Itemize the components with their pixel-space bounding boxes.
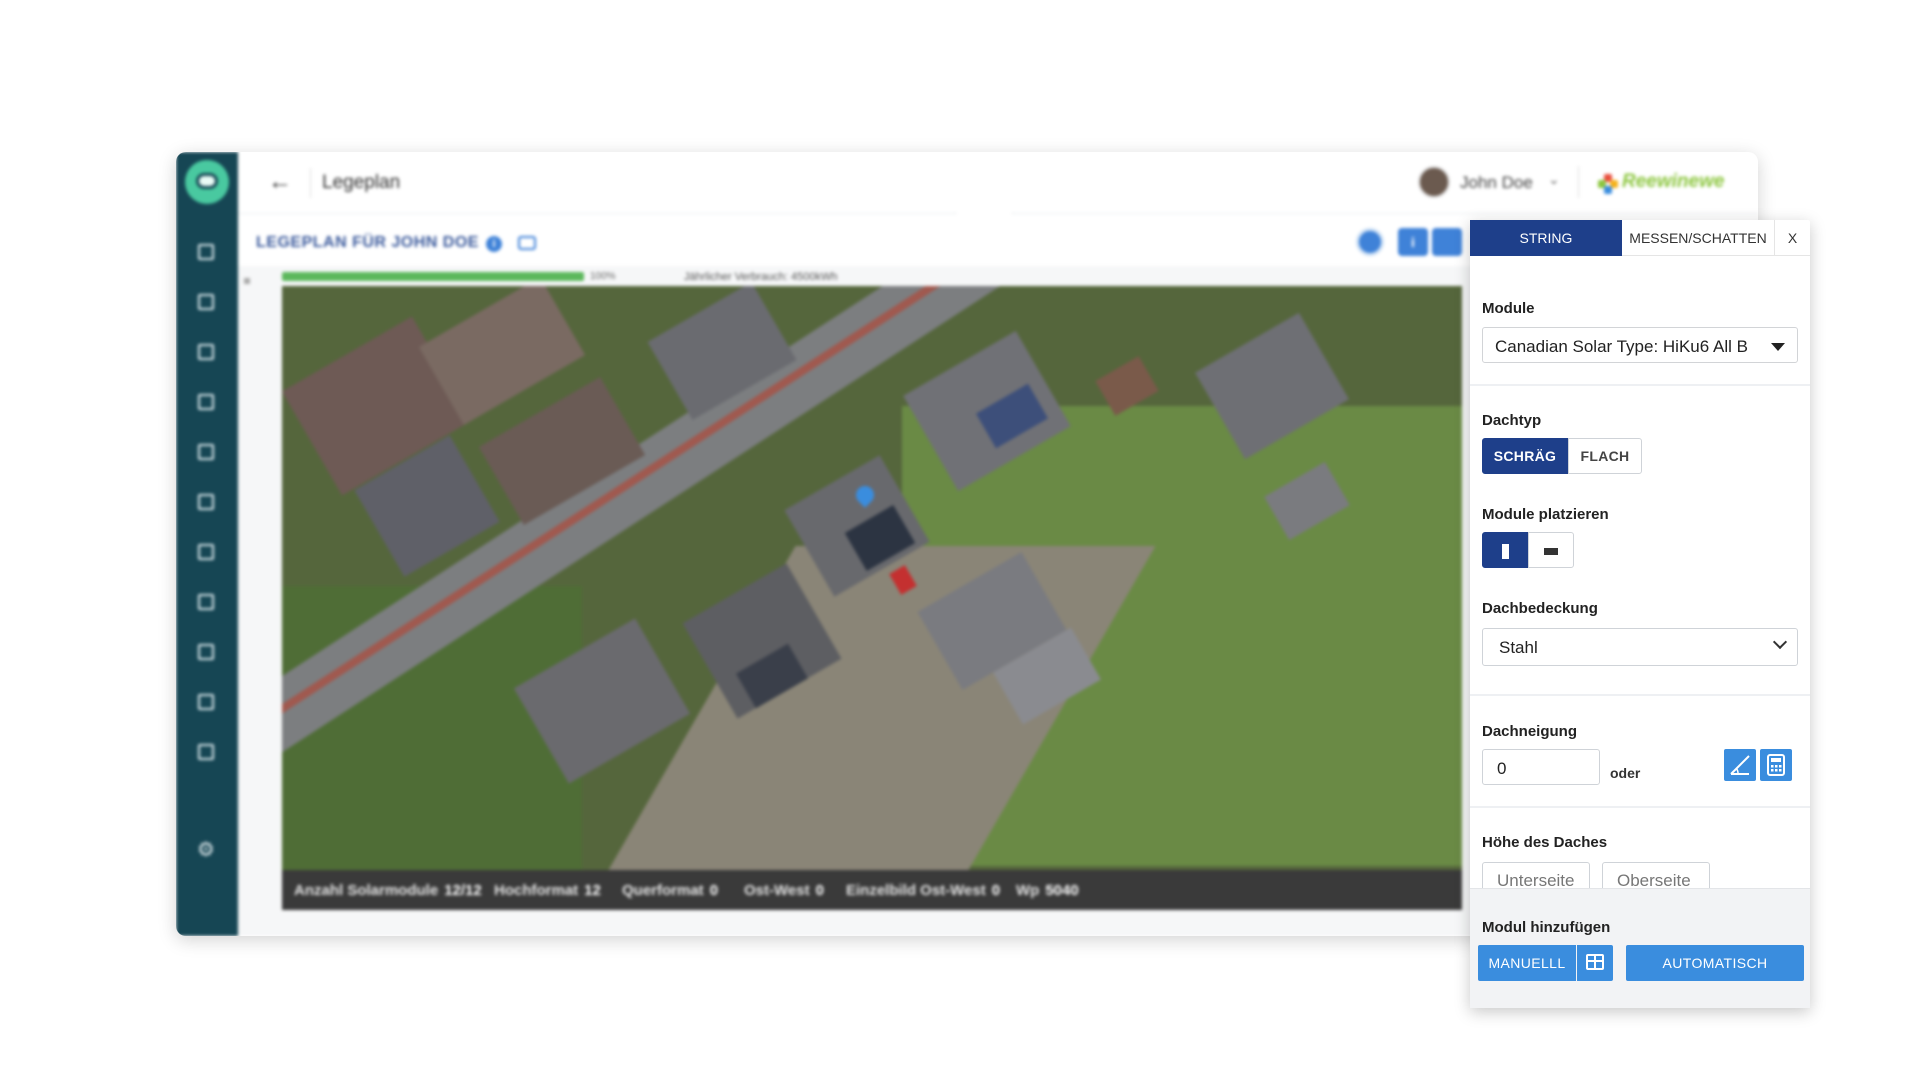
breadcrumb-divider [310,168,311,198]
tool-square-button[interactable] [1432,228,1462,256]
landscape-orientation-button[interactable] [1528,532,1574,568]
roof-inclination-label: Dachneigung [1482,723,1578,740]
bar-chart-icon[interactable] [196,542,216,562]
add-module-footer: Modul hinzufügen MANUELLL AUTOMATISCH [1470,888,1810,1008]
progress-percent: 100% [590,271,616,282]
clipboard-icon[interactable] [196,442,216,462]
roof-height-label: Höhe des Daches [1482,834,1608,851]
panel-tabs: STRING MESSEN/SCHATTEN X [1470,220,1810,256]
plan-title: LEGEPLAN FÜR JOHN DOE [256,234,479,251]
module-select-value: Canadian Solar Type: HiKu6 All B [1495,337,1748,356]
manual-add-button[interactable]: MANUELLL [1478,945,1576,981]
stat-east-west: Ost-West 0 [744,882,824,899]
dashboard-icon[interactable] [196,242,216,262]
app-logo[interactable] [185,160,229,204]
place-modules-label: Module platzieren [1482,506,1609,523]
top-bar: ← Legeplan John Doe ⌄ Reewinewe [238,152,1758,214]
roof-covering-label: Dachbedeckung [1482,600,1598,617]
tab-measure-shadow[interactable]: MESSEN/SCHATTEN [1622,220,1774,256]
divider [1470,384,1810,386]
presentation-icon[interactable] [196,642,216,662]
chevron-down-icon[interactable]: ⌄ [1548,171,1560,188]
close-panel-button[interactable]: X [1774,220,1810,256]
divider [1470,694,1810,696]
calendar-user-icon[interactable] [196,392,216,412]
stat-wp: Wp 5040 [1016,882,1079,899]
roof-type-flat-button[interactable]: FLACH [1568,438,1642,474]
add-module-label: Modul hinzufügen [1482,919,1611,936]
brand-name: Reewinewe [1622,171,1725,192]
stat-single-east-west: Einzelbild Ost-West 0 [846,882,1001,899]
calendar-icon[interactable] [196,292,216,312]
or-text: oder [1610,765,1641,781]
roof-inclination-input[interactable]: 0 [1482,749,1600,785]
portrait-orientation-button[interactable] [1482,532,1528,568]
calculator-icon [1767,754,1785,776]
avatar[interactable] [1418,166,1450,198]
roof-type-label: Dachtyp [1482,412,1542,429]
chevron-down-icon [1772,634,1788,650]
module-stats-bar: Anzahl Solarmodule 12/12 Hochformat 12 Que… [282,870,1462,910]
calculator-button[interactable] [1760,749,1792,781]
module-select[interactable]: Canadian Solar Type: HiKu6 All B [1482,327,1798,363]
roof-type-sloped-button[interactable]: SCHRÄG [1482,438,1568,474]
brand-logo-icon [1598,174,1618,194]
stat-landscape: Querformat 0 [622,882,719,899]
roof-covering-value: Stahl [1499,638,1538,657]
module-label: Module [1482,300,1535,317]
grid-layout-button[interactable] [1577,945,1613,981]
satellite-map[interactable] [282,286,1462,870]
page-title: Legeplan [322,172,401,193]
consumption-progress-bar [282,272,584,281]
box-settings-icon[interactable] [196,592,216,612]
caret-down-icon [1771,343,1785,351]
portrait-module-icon [1501,543,1509,559]
divider [1470,806,1810,808]
user-name[interactable]: John Doe [1460,173,1533,193]
canvas-marker [244,278,250,284]
roof-inclination-value: 0 [1497,759,1507,778]
header-divider [1578,166,1579,198]
grid-icon [1586,954,1604,970]
contact-card-icon[interactable] [196,742,216,762]
tab-string[interactable]: STRING [1470,220,1622,256]
automatic-add-button[interactable]: AUTOMATISCH [1626,945,1804,981]
angle-measure-button[interactable] [1724,749,1756,781]
angle-icon [1730,755,1750,775]
info-square-button[interactable]: i [1398,228,1428,256]
ticket-icon[interactable] [196,692,216,712]
gear-icon[interactable]: ⚙ [196,840,216,860]
stat-portrait: Hochformat 12 [494,882,601,899]
consumption-progress-fill [282,272,584,281]
roof-covering-select[interactable]: Stahl [1482,628,1798,666]
sidebar: ⚙ [176,152,238,936]
layers-round-button[interactable] [1356,228,1384,256]
document-icon[interactable] [196,492,216,512]
calendar-check-icon[interactable] [196,342,216,362]
back-arrow-icon[interactable]: ← [268,168,292,196]
annual-consumption: Jährlicher Verbrauch: 4500kWh [684,271,838,283]
info-icon[interactable]: i [486,236,502,252]
settings-panel: STRING MESSEN/SCHATTEN X Module Canadian… [1470,220,1810,1008]
stat-total-modules: Anzahl Solarmodule 12/12 [294,882,482,899]
landscape-module-icon [1544,547,1558,555]
comment-icon[interactable] [518,236,536,250]
